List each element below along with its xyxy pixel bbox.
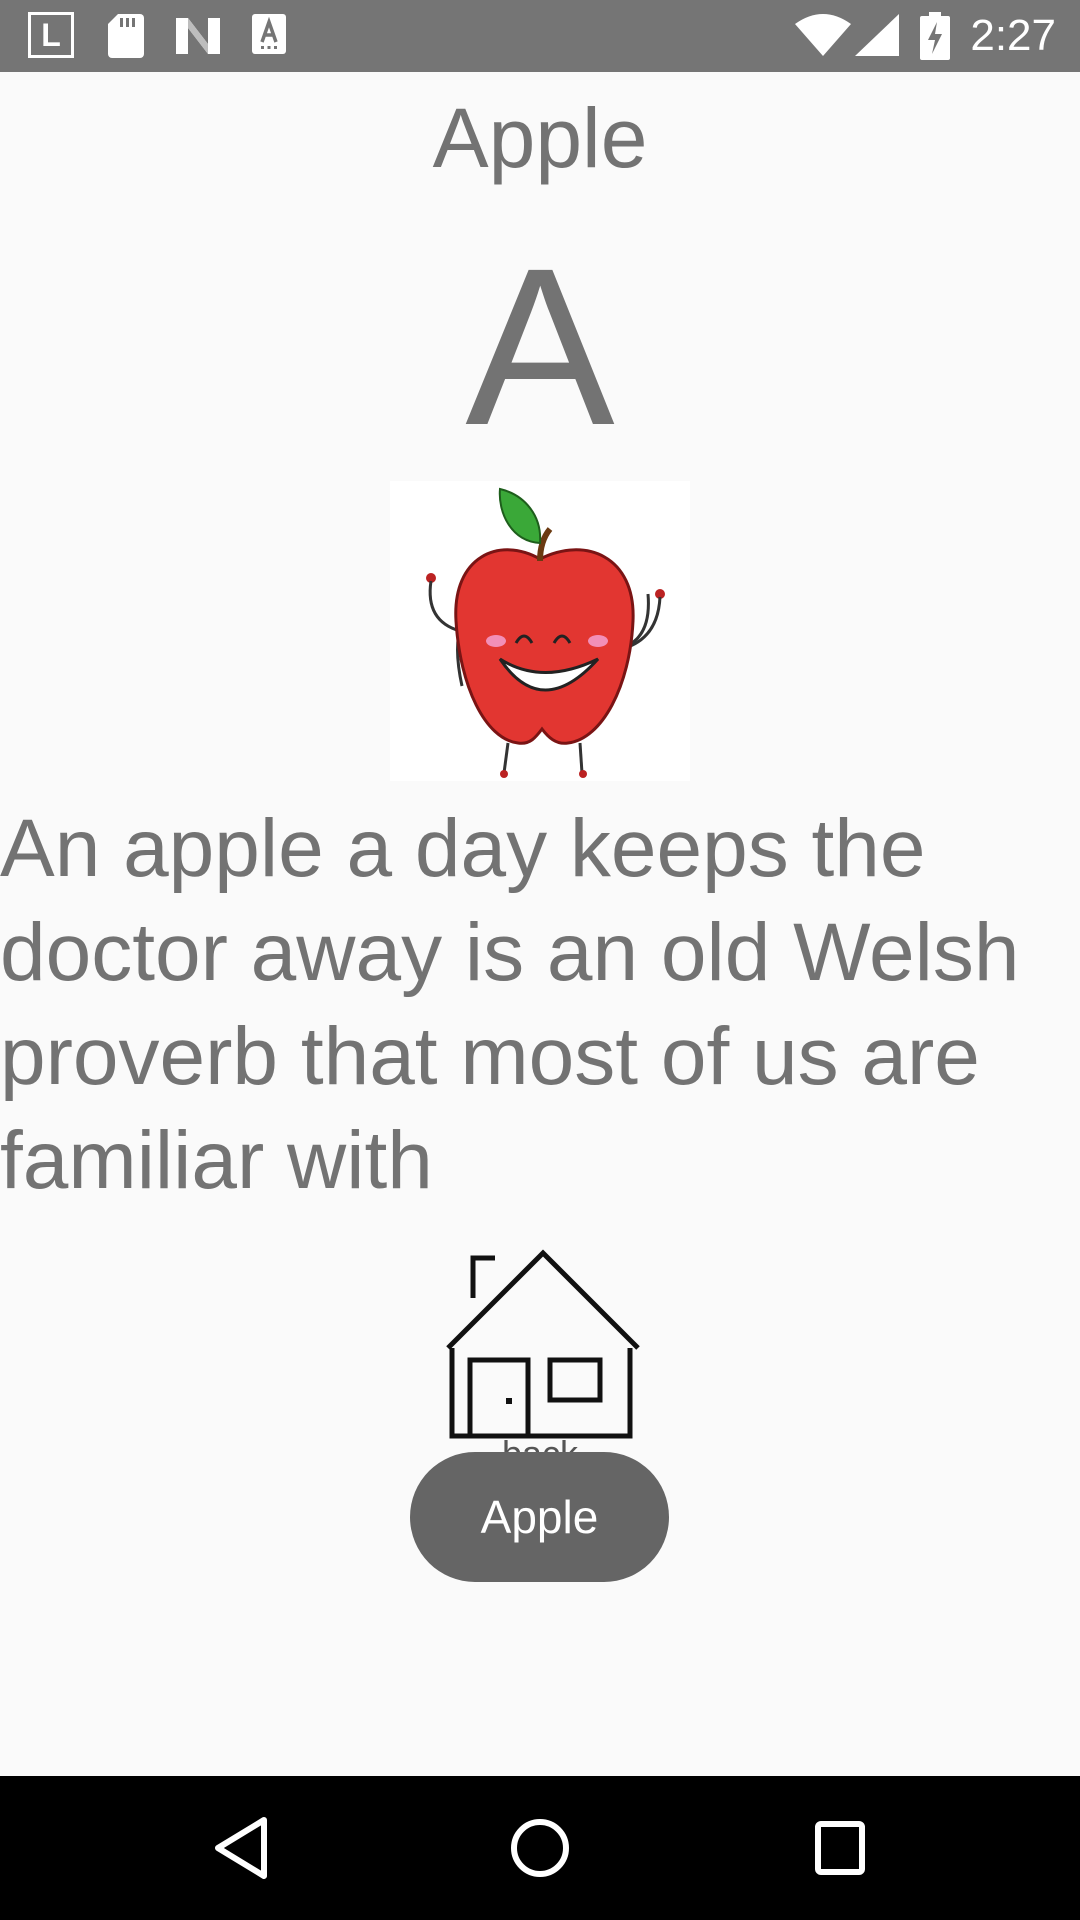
launcher-l-icon: L: [28, 12, 74, 58]
screen: L 2:27 Apple A An apple a day keeps the …: [0, 0, 1080, 1920]
text-a-icon: [252, 14, 286, 54]
back-triangle-icon[interactable]: [210, 1812, 270, 1884]
page-title: Apple: [432, 91, 648, 185]
description-text: An apple a day keeps the doctor away is …: [0, 803, 1020, 1206]
n-logo-icon: [176, 18, 220, 54]
home-circle-icon[interactable]: [502, 1812, 578, 1888]
clock: 2:27: [970, 11, 1056, 60]
navigation-bar: [0, 1776, 1080, 1920]
house-icon: [446, 1249, 640, 1439]
wifi-icon: [795, 14, 851, 56]
smiling-apple-icon: [390, 481, 690, 781]
signal-icon: [855, 14, 899, 56]
toast-message: Apple: [410, 1452, 669, 1582]
status-bar: L 2:27: [0, 0, 1080, 72]
home-button[interactable]: [440, 1248, 645, 1448]
alphabet-letter: A: [465, 222, 615, 472]
battery-charging-icon: [920, 12, 950, 60]
recents-square-icon[interactable]: [812, 1812, 868, 1884]
sd-card-icon: [108, 14, 144, 58]
